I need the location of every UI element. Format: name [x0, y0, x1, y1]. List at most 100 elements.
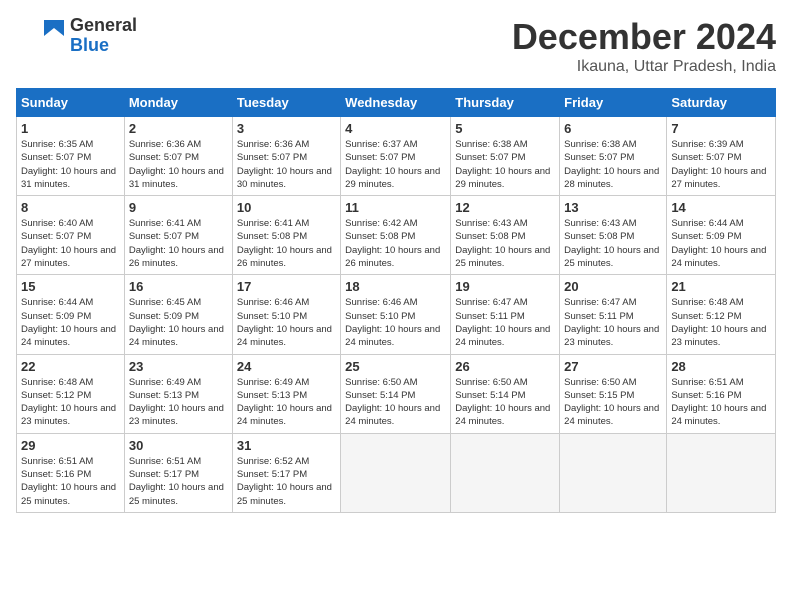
calendar-cell: 5Sunrise: 6:38 AMSunset: 5:07 PMDaylight… — [451, 117, 560, 196]
logo-icon — [16, 16, 66, 56]
calendar-header-row: SundayMondayTuesdayWednesdayThursdayFrid… — [17, 89, 776, 117]
calendar-cell: 7 Sunrise: 6:39 AMSunset: 5:07 PMDaylight… — [667, 117, 776, 196]
col-header-friday: Friday — [560, 89, 667, 117]
day-info: Sunrise: 6:41 AMSunset: 5:07 PMDaylight:… — [129, 217, 228, 270]
day-info: Sunrise: 6:49 AMSunset: 5:13 PMDaylight:… — [237, 376, 336, 429]
day-number: 10 — [237, 200, 336, 215]
calendar-week-1: 1 Sunrise: 6:35 AMSunset: 5:07 PMDaylight… — [17, 117, 776, 196]
day-number: 31 — [237, 438, 336, 453]
day-number: 18 — [345, 279, 446, 294]
calendar-cell: 16 Sunrise: 6:45 AMSunset: 5:09 PMDayligh… — [124, 275, 232, 354]
calendar-cell: 27 Sunrise: 6:50 AMSunset: 5:15 PMDayligh… — [560, 354, 667, 433]
month-title: December 2024 — [512, 16, 776, 58]
day-info: Sunrise: 6:51 AMSunset: 5:16 PMDaylight:… — [21, 455, 120, 508]
day-info: Sunrise: 6:43 AMSunset: 5:08 PMDaylight:… — [564, 217, 662, 270]
day-number: 22 — [21, 359, 120, 374]
col-header-sunday: Sunday — [17, 89, 125, 117]
day-info: Sunrise: 6:40 AMSunset: 5:07 PMDaylight:… — [21, 217, 120, 270]
day-number: 3 — [237, 121, 336, 136]
calendar-cell — [341, 433, 451, 512]
calendar-cell: 3 Sunrise: 6:36 AMSunset: 5:07 PMDaylight… — [232, 117, 340, 196]
day-info: Sunrise: 6:47 AMSunset: 5:11 PMDaylight:… — [564, 296, 662, 349]
calendar-cell: 13 Sunrise: 6:43 AMSunset: 5:08 PMDayligh… — [560, 196, 667, 275]
day-info: Sunrise: 6:50 AMSunset: 5:14 PMDaylight:… — [345, 376, 446, 429]
calendar-cell: 31 Sunrise: 6:52 AMSunset: 5:17 PMDayligh… — [232, 433, 340, 512]
day-info: Sunrise: 6:50 AMSunset: 5:15 PMDaylight:… — [564, 376, 662, 429]
day-info: Sunrise: 6:39 AMSunset: 5:07 PMDaylight:… — [671, 138, 771, 191]
calendar-cell: 18 Sunrise: 6:46 AMSunset: 5:10 PMDayligh… — [341, 275, 451, 354]
calendar-cell: 1 Sunrise: 6:35 AMSunset: 5:07 PMDaylight… — [17, 117, 125, 196]
day-number: 28 — [671, 359, 771, 374]
calendar-cell: 25 Sunrise: 6:50 AMSunset: 5:14 PMDayligh… — [341, 354, 451, 433]
calendar-cell: 14 Sunrise: 6:44 AMSunset: 5:09 PMDayligh… — [667, 196, 776, 275]
day-number: 4 — [345, 121, 446, 136]
day-number: 9 — [129, 200, 228, 215]
logo-blue-text: Blue — [70, 36, 137, 56]
calendar-week-2: 8 Sunrise: 6:40 AMSunset: 5:07 PMDaylight… — [17, 196, 776, 275]
calendar-cell: 19Sunrise: 6:47 AMSunset: 5:11 PMDayligh… — [451, 275, 560, 354]
day-info: Sunrise: 6:49 AMSunset: 5:13 PMDaylight:… — [129, 376, 228, 429]
day-number: 20 — [564, 279, 662, 294]
calendar-cell: 30 Sunrise: 6:51 AMSunset: 5:17 PMDayligh… — [124, 433, 232, 512]
calendar-cell: 29 Sunrise: 6:51 AMSunset: 5:16 PMDayligh… — [17, 433, 125, 512]
day-number: 17 — [237, 279, 336, 294]
day-number: 23 — [129, 359, 228, 374]
day-info: Sunrise: 6:46 AMSunset: 5:10 PMDaylight:… — [237, 296, 336, 349]
logo-general-text: General — [70, 16, 137, 36]
calendar-cell: 6Sunrise: 6:38 AMSunset: 5:07 PMDaylight… — [560, 117, 667, 196]
calendar-week-5: 29 Sunrise: 6:51 AMSunset: 5:16 PMDayligh… — [17, 433, 776, 512]
col-header-thursday: Thursday — [451, 89, 560, 117]
day-number: 25 — [345, 359, 446, 374]
logo: General Blue — [16, 16, 137, 56]
day-info: Sunrise: 6:35 AMSunset: 5:07 PMDaylight:… — [21, 138, 120, 191]
col-header-wednesday: Wednesday — [341, 89, 451, 117]
calendar-cell: 28Sunrise: 6:51 AMSunset: 5:16 PMDayligh… — [667, 354, 776, 433]
calendar-week-4: 22 Sunrise: 6:48 AMSunset: 5:12 PMDayligh… — [17, 354, 776, 433]
col-header-tuesday: Tuesday — [232, 89, 340, 117]
day-info: Sunrise: 6:52 AMSunset: 5:17 PMDaylight:… — [237, 455, 336, 508]
day-number: 7 — [671, 121, 771, 136]
calendar-cell: 2 Sunrise: 6:36 AMSunset: 5:07 PMDaylight… — [124, 117, 232, 196]
calendar-cell: 4 Sunrise: 6:37 AMSunset: 5:07 PMDaylight… — [341, 117, 451, 196]
logo-text: General Blue — [70, 16, 137, 56]
day-info: Sunrise: 6:44 AMSunset: 5:09 PMDaylight:… — [21, 296, 120, 349]
day-number: 12 — [455, 200, 555, 215]
day-info: Sunrise: 6:36 AMSunset: 5:07 PMDaylight:… — [237, 138, 336, 191]
calendar-cell — [667, 433, 776, 512]
calendar-table: SundayMondayTuesdayWednesdayThursdayFrid… — [16, 88, 776, 513]
day-info: Sunrise: 6:42 AMSunset: 5:08 PMDaylight:… — [345, 217, 446, 270]
page-header: General Blue December 2024 Ikauna, Uttar… — [16, 16, 776, 76]
location-text: Ikauna, Uttar Pradesh, India — [512, 58, 776, 76]
calendar-cell — [560, 433, 667, 512]
day-number: 29 — [21, 438, 120, 453]
day-info: Sunrise: 6:43 AMSunset: 5:08 PMDaylight:… — [455, 217, 555, 270]
calendar-cell: 10Sunrise: 6:41 AMSunset: 5:08 PMDayligh… — [232, 196, 340, 275]
day-number: 6 — [564, 121, 662, 136]
day-number: 21 — [671, 279, 771, 294]
day-number: 27 — [564, 359, 662, 374]
calendar-cell: 12 Sunrise: 6:43 AMSunset: 5:08 PMDayligh… — [451, 196, 560, 275]
day-number: 13 — [564, 200, 662, 215]
day-number: 2 — [129, 121, 228, 136]
day-info: Sunrise: 6:51 AMSunset: 5:17 PMDaylight:… — [129, 455, 228, 508]
calendar-cell — [451, 433, 560, 512]
day-number: 15 — [21, 279, 120, 294]
day-info: Sunrise: 6:44 AMSunset: 5:09 PMDaylight:… — [671, 217, 771, 270]
day-number: 24 — [237, 359, 336, 374]
day-number: 26 — [455, 359, 555, 374]
calendar-cell: 21Sunrise: 6:48 AMSunset: 5:12 PMDayligh… — [667, 275, 776, 354]
day-info: Sunrise: 6:48 AMSunset: 5:12 PMDaylight:… — [21, 376, 120, 429]
day-info: Sunrise: 6:37 AMSunset: 5:07 PMDaylight:… — [345, 138, 446, 191]
day-number: 16 — [129, 279, 228, 294]
calendar-cell: 17 Sunrise: 6:46 AMSunset: 5:10 PMDayligh… — [232, 275, 340, 354]
day-number: 8 — [21, 200, 120, 215]
day-info: Sunrise: 6:45 AMSunset: 5:09 PMDaylight:… — [129, 296, 228, 349]
day-info: Sunrise: 6:36 AMSunset: 5:07 PMDaylight:… — [129, 138, 228, 191]
calendar-week-3: 15 Sunrise: 6:44 AMSunset: 5:09 PMDayligh… — [17, 275, 776, 354]
day-number: 14 — [671, 200, 771, 215]
calendar-cell: 23 Sunrise: 6:49 AMSunset: 5:13 PMDayligh… — [124, 354, 232, 433]
day-info: Sunrise: 6:46 AMSunset: 5:10 PMDaylight:… — [345, 296, 446, 349]
calendar-cell: 8 Sunrise: 6:40 AMSunset: 5:07 PMDaylight… — [17, 196, 125, 275]
day-number: 30 — [129, 438, 228, 453]
day-number: 1 — [21, 121, 120, 136]
